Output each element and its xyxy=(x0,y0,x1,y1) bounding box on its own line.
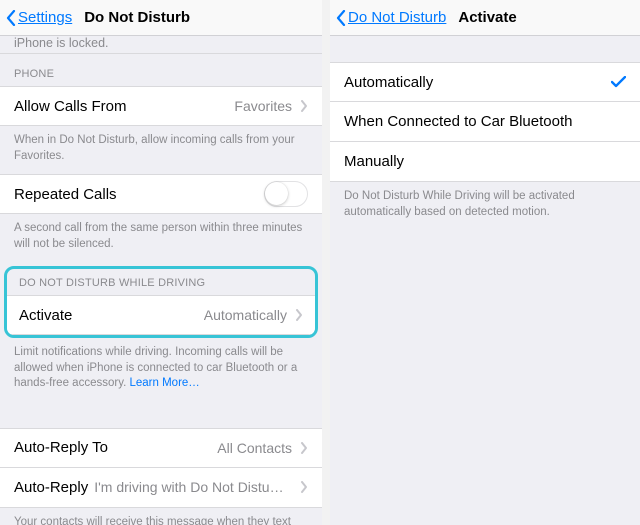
back-button-settings[interactable]: Settings xyxy=(6,9,72,26)
auto-reply-to-row[interactable]: Auto-Reply To All Contacts xyxy=(0,428,322,468)
activate-label: Activate xyxy=(19,307,72,324)
option-label: When Connected to Car Bluetooth xyxy=(344,113,572,130)
back-label: Settings xyxy=(18,9,72,26)
toggle-knob xyxy=(265,182,288,205)
activate-option[interactable]: When Connected to Car Bluetooth xyxy=(330,102,640,142)
activate-row[interactable]: Activate Automatically xyxy=(7,295,315,335)
allow-calls-value: Favorites xyxy=(234,98,292,114)
navbar-left: Settings Do Not Disturb xyxy=(0,0,322,36)
activate-option[interactable]: Manually xyxy=(330,142,640,182)
right-scroll[interactable]: Automatically When Connected to Car Bluet… xyxy=(330,36,640,525)
auto-reply-to-value: All Contacts xyxy=(217,440,292,456)
auto-reply-row[interactable]: Auto-Reply I'm driving with Do Not Distu… xyxy=(0,468,322,508)
activate-footer: Do Not Disturb While Driving will be act… xyxy=(330,182,640,230)
activate-pane: Do Not Disturb Activate Automatically Whe… xyxy=(330,0,640,525)
left-scroll[interactable]: iPhone is locked. PHONE Allow Calls From… xyxy=(0,36,322,525)
repeated-calls-footer: A second call from the same person withi… xyxy=(0,214,322,262)
activate-value: Automatically xyxy=(204,307,287,323)
chevron-right-icon xyxy=(300,100,308,112)
activate-option[interactable]: Automatically xyxy=(330,62,640,102)
navbar-right: Do Not Disturb Activate xyxy=(330,0,640,36)
driving-highlight-group: DO NOT DISTURB WHILE DRIVING Activate Au… xyxy=(4,266,318,338)
repeated-calls-row: Repeated Calls xyxy=(0,174,322,214)
chevron-left-icon xyxy=(336,10,346,26)
repeated-calls-label: Repeated Calls xyxy=(14,186,117,203)
back-button-dnd[interactable]: Do Not Disturb xyxy=(336,9,446,26)
allow-calls-footer: When in Do Not Disturb, allow incoming c… xyxy=(0,126,322,174)
chevron-right-icon xyxy=(295,309,303,321)
auto-reply-label: Auto-Reply xyxy=(14,479,88,496)
option-label: Automatically xyxy=(344,74,433,91)
allow-calls-from-row[interactable]: Allow Calls From Favorites xyxy=(0,86,322,126)
cutoff-prev-footer: iPhone is locked. xyxy=(0,36,322,54)
driving-footer: Limit notifications while driving. Incom… xyxy=(0,338,322,402)
back-label-right: Do Not Disturb xyxy=(348,9,446,26)
repeated-calls-toggle[interactable] xyxy=(264,181,308,207)
chevron-left-icon xyxy=(6,10,16,26)
check-icon xyxy=(611,76,626,88)
page-title: Do Not Disturb xyxy=(84,9,190,26)
auto-reply-footer: Your contacts will receive this message … xyxy=(0,508,322,525)
chevron-right-icon xyxy=(300,481,308,493)
options-list: Automatically When Connected to Car Bluet… xyxy=(330,62,640,182)
section-header-phone: PHONE xyxy=(0,54,322,86)
chevron-right-icon xyxy=(300,442,308,454)
auto-reply-to-label: Auto-Reply To xyxy=(14,439,108,456)
section-header-driving: DO NOT DISTURB WHILE DRIVING xyxy=(7,269,315,295)
option-label: Manually xyxy=(344,153,404,170)
learn-more-link[interactable]: Learn More… xyxy=(129,377,199,389)
allow-calls-label: Allow Calls From xyxy=(14,98,127,115)
settings-dnd-pane: Settings Do Not Disturb iPhone is locked… xyxy=(0,0,322,525)
auto-reply-value: I'm driving with Do Not Distu… xyxy=(94,479,292,495)
page-title-right: Activate xyxy=(458,9,516,26)
